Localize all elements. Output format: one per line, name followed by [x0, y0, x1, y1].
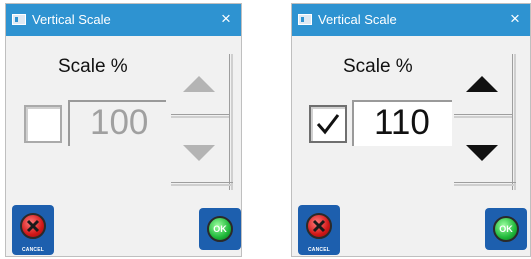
enable-scale-checkbox[interactable]	[309, 105, 347, 143]
scale-spinner	[454, 54, 516, 190]
vertical-scale-dialog-enabled: Vertical Scale × Scale % 110 CANCEL OK	[291, 3, 531, 257]
cancel-x-icon	[306, 213, 332, 239]
close-icon[interactable]: ×	[217, 9, 235, 29]
spinner-rail	[512, 54, 516, 190]
ok-icon: OK	[207, 216, 233, 242]
title-bar: Vertical Scale ×	[292, 4, 530, 36]
scale-spinner	[171, 54, 233, 190]
cancel-caption: CANCEL	[21, 247, 45, 253]
spinner-divider	[171, 114, 229, 118]
spin-up-icon[interactable]	[183, 76, 215, 92]
scale-label: Scale %	[58, 56, 128, 77]
ok-button[interactable]: OK	[485, 208, 527, 250]
dialog-title: Vertical Scale	[318, 12, 397, 27]
scale-value-field[interactable]: 110	[352, 100, 452, 146]
spin-down-icon[interactable]	[183, 145, 215, 161]
app-icon	[12, 14, 26, 25]
enable-scale-checkbox[interactable]	[24, 105, 62, 143]
ok-button[interactable]: OK	[199, 208, 241, 250]
app-icon	[298, 14, 312, 25]
ok-icon: OK	[493, 216, 519, 242]
cancel-button[interactable]: CANCEL	[12, 205, 54, 255]
spin-down-icon[interactable]	[466, 145, 498, 161]
spinner-rail	[229, 54, 233, 190]
spinner-rail-bottom	[454, 182, 516, 186]
dialog-title: Vertical Scale	[32, 12, 111, 27]
spinner-divider	[454, 114, 512, 118]
spinner-rail-bottom	[171, 182, 233, 186]
scale-value-field[interactable]: 100	[68, 100, 166, 146]
cancel-button[interactable]: CANCEL	[298, 205, 340, 255]
close-icon[interactable]: ×	[506, 9, 524, 29]
ok-label: OK	[213, 224, 227, 234]
ok-label: OK	[499, 224, 513, 234]
spin-up-icon[interactable]	[466, 76, 498, 92]
cancel-x-icon	[20, 213, 46, 239]
scale-label: Scale %	[343, 56, 413, 77]
cancel-caption: CANCEL	[307, 247, 331, 253]
checkmark-icon	[316, 114, 340, 135]
title-bar: Vertical Scale ×	[6, 4, 241, 36]
vertical-scale-dialog-disabled: Vertical Scale × Scale % 100 CANCEL OK	[5, 3, 242, 257]
